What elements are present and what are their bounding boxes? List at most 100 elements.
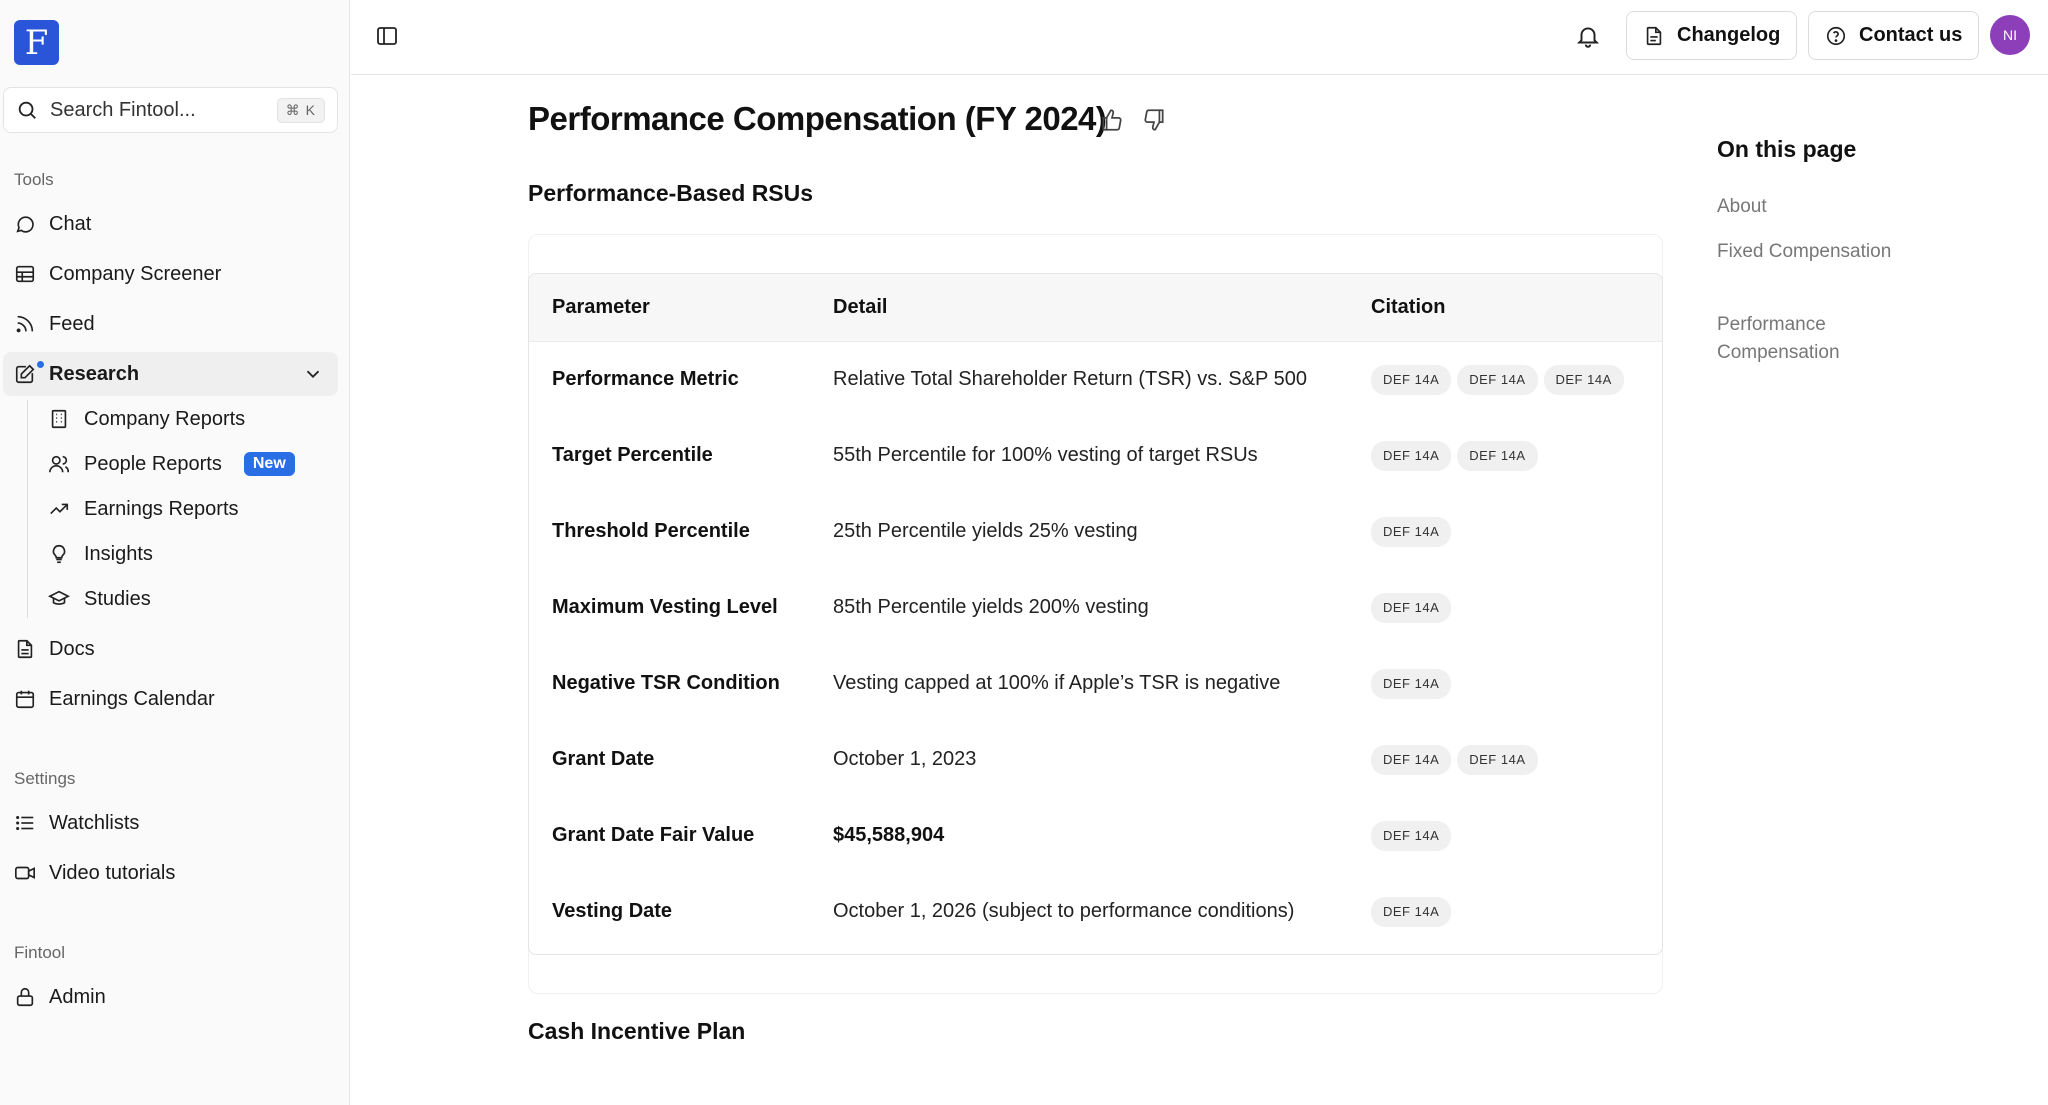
- file-text-icon: [1646, 26, 1662, 45]
- page-title: Performance Compensation (FY 2024): [528, 100, 1107, 137]
- table-row: Threshold Percentile 25th Percentile yie…: [529, 494, 1662, 570]
- citation-chip[interactable]: DEF 14A: [1371, 441, 1452, 471]
- citation-group: DEF 14A DEF 14A DEF 14A: [1371, 365, 1624, 395]
- table-row: Maximum Vesting Level 85th Percentile yi…: [529, 570, 1662, 646]
- citation-group: DEF 14A DEF 14A: [1371, 745, 1538, 775]
- nav-admin-label: Admin: [49, 985, 106, 1008]
- nav-research-label: Research: [49, 362, 140, 385]
- nav-earnings-calendar[interactable]: Earnings Calendar: [3, 677, 338, 721]
- nav-feed[interactable]: Feed: [3, 302, 338, 346]
- citation-group: DEF 14A: [1371, 897, 1452, 927]
- cell-parameter: Grant Date: [552, 748, 655, 770]
- cell-detail: 25th Percentile yields 25% vesting: [833, 520, 1138, 542]
- chevron-down-icon[interactable]: [302, 363, 324, 385]
- citation-group: DEF 14A: [1371, 517, 1452, 547]
- nav-video-tutorials[interactable]: Video tutorials: [3, 851, 338, 895]
- nav-admin[interactable]: Admin: [3, 975, 338, 1019]
- citation-group: DEF 14A: [1371, 821, 1452, 851]
- citation-chip[interactable]: DEF 14A: [1371, 669, 1452, 699]
- nav-research[interactable]: Research: [3, 352, 338, 396]
- table-row: Performance Metric Relative Total Shareh…: [529, 342, 1662, 418]
- citation-chip[interactable]: DEF 14A: [1457, 365, 1538, 395]
- users-icon: [49, 455, 69, 473]
- cell-detail: Relative Total Shareholder Return (TSR) …: [833, 368, 1307, 390]
- citation-group: DEF 14A: [1371, 669, 1452, 699]
- new-badge: New: [243, 452, 295, 476]
- table-row: Grant Date Fair Value $45,588,904 DEF 14…: [529, 798, 1662, 874]
- thumbs-up-icon[interactable]: [1099, 107, 1125, 133]
- cell-parameter: Vesting Date: [552, 900, 673, 922]
- nav-insights[interactable]: Insights: [38, 534, 338, 574]
- nav-watchlists-label: Watchlists: [49, 811, 140, 834]
- citation-chip[interactable]: DEF 14A: [1371, 821, 1452, 851]
- help-circle-icon: [1826, 26, 1846, 45]
- nav-insights-label: Insights: [84, 542, 153, 565]
- citation-chip[interactable]: DEF 14A: [1371, 897, 1452, 927]
- bell-icon[interactable]: [1575, 23, 1601, 49]
- header-citation: Citation: [1371, 296, 1446, 318]
- table-row: Vesting Date October 1, 2026 (subject to…: [529, 874, 1662, 950]
- table-grid-icon: [15, 265, 35, 283]
- citation-chip[interactable]: DEF 14A: [1457, 745, 1538, 775]
- toc-title: On this page: [1717, 136, 1857, 162]
- lightbulb-icon: [52, 544, 66, 564]
- contact-us-button[interactable]: Contact us: [1808, 11, 1980, 60]
- fintool-logo[interactable]: F: [14, 20, 59, 65]
- cell-detail: 55th Percentile for 100% vesting of targ…: [833, 444, 1258, 466]
- fintool-label: Fintool: [14, 943, 66, 962]
- video-icon: [15, 866, 35, 880]
- sidebar-toggle-icon[interactable]: [375, 24, 399, 48]
- thumbs-down-icon[interactable]: [1141, 107, 1167, 133]
- research-icon-wrap: [14, 359, 46, 385]
- nav-chat-label: Chat: [49, 212, 92, 235]
- toc-link-performance-compensation[interactable]: Performance Compensation: [1717, 311, 1897, 367]
- nav-watchlists[interactable]: Watchlists: [3, 801, 338, 845]
- contact-us-label: Contact us: [1859, 24, 1963, 46]
- sidebar: F Search Fintool... ⌘ K Tools Chat Compa…: [0, 0, 350, 1105]
- changelog-button[interactable]: Changelog: [1626, 11, 1798, 60]
- header-parameter: Parameter: [552, 296, 650, 318]
- search-box[interactable]: Search Fintool... ⌘ K: [3, 87, 338, 133]
- nav-docs[interactable]: Docs: [3, 627, 338, 671]
- nav-chat[interactable]: Chat: [3, 202, 338, 246]
- citation-chip[interactable]: DEF 14A: [1371, 517, 1452, 547]
- user-avatar[interactable]: NI: [1990, 15, 2030, 55]
- cell-parameter: Negative TSR Condition: [552, 672, 780, 694]
- section-heading-rsus: Performance-Based RSUs: [528, 180, 814, 206]
- trending-up-icon: [50, 503, 69, 515]
- cell-detail: $45,588,904: [833, 824, 945, 846]
- nav-studies[interactable]: Studies: [38, 579, 338, 619]
- chat-icon: [16, 216, 34, 233]
- citation-chip[interactable]: DEF 14A: [1371, 745, 1452, 775]
- citation-chip[interactable]: DEF 14A: [1457, 441, 1538, 471]
- nav-earnings-reports[interactable]: Earnings Reports: [38, 489, 338, 529]
- search-icon: [18, 101, 36, 119]
- changelog-label: Changelog: [1677, 24, 1781, 46]
- header-detail: Detail: [833, 296, 888, 318]
- citation-chip[interactable]: DEF 14A: [1371, 593, 1452, 623]
- citation-group: DEF 14A: [1371, 593, 1452, 623]
- edit-note-icon: [15, 364, 35, 384]
- cell-parameter: Target Percentile: [552, 444, 713, 466]
- nav-studies-label: Studies: [84, 587, 151, 610]
- lock-icon: [16, 987, 34, 1007]
- table-row: Negative TSR Condition Vesting capped at…: [529, 646, 1662, 722]
- toc-link-about[interactable]: About: [1717, 193, 1897, 221]
- citation-group: DEF 14A DEF 14A: [1371, 441, 1538, 471]
- citation-chip[interactable]: DEF 14A: [1543, 365, 1624, 395]
- notification-dot: [35, 359, 46, 370]
- nav-people-reports[interactable]: People Reports New: [38, 444, 338, 484]
- nav-earnings-calendar-label: Earnings Calendar: [49, 687, 215, 710]
- nav-company-reports[interactable]: Company Reports: [38, 399, 338, 439]
- nav-company-screener-label: Company Screener: [49, 262, 222, 285]
- rss-icon: [16, 315, 34, 333]
- settings-label: Settings: [14, 769, 76, 788]
- cell-detail: October 1, 2026 (subject to performance …: [833, 900, 1295, 922]
- list-icon: [16, 815, 34, 831]
- nav-company-screener[interactable]: Company Screener: [3, 252, 338, 296]
- tools-label: Tools: [14, 170, 54, 189]
- cell-parameter: Performance Metric: [552, 368, 739, 390]
- toc-link-fixed-compensation[interactable]: Fixed Compensation: [1717, 238, 1897, 266]
- citation-chip[interactable]: DEF 14A: [1371, 365, 1452, 395]
- search-placeholder: Search Fintool...: [50, 98, 196, 121]
